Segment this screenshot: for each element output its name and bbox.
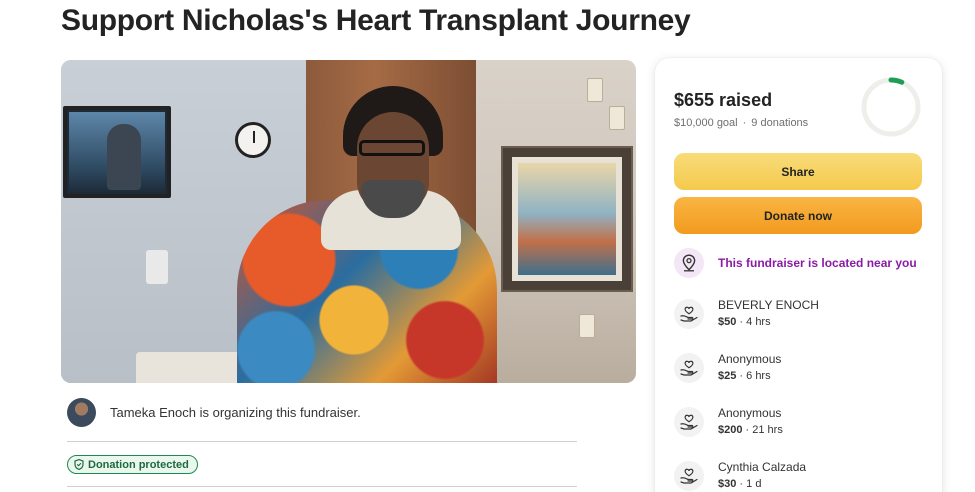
donation-card: $655 raised $10,000 goal · 9 donations Sha…	[655, 58, 942, 492]
donor-time: 1 d	[746, 478, 762, 490]
photo-tv	[63, 106, 171, 198]
donor-meta: $25 · 6 hrs	[718, 370, 771, 382]
donor-name: Anonymous	[718, 352, 782, 366]
donor-name: BEVERLY ENOCH	[718, 298, 819, 312]
donor-amount: $30	[718, 478, 737, 490]
donate-button[interactable]: Donate now	[674, 197, 922, 234]
organizer-text: Tameka Enoch is organizing this fundrais…	[110, 405, 361, 420]
donation-protected-badge[interactable]: Donation protected	[67, 455, 198, 474]
donor-item: Anonymous $25 · 6 hrs	[674, 352, 781, 383]
organizer-avatar[interactable]	[67, 398, 96, 427]
donor-item: BEVERLY ENOCH $50 · 4 hrs	[674, 298, 819, 329]
heart-hand-icon	[674, 461, 704, 491]
photo-outlet	[587, 78, 603, 102]
donor-amount: $50	[718, 316, 737, 328]
share-button[interactable]: Share	[674, 153, 922, 190]
donor-time: 21 hrs	[752, 424, 783, 436]
location-notice: This fundraiser is located near you	[674, 248, 917, 278]
location-pin-icon	[674, 248, 704, 278]
separator: ·	[742, 117, 747, 129]
divider	[67, 486, 577, 487]
page-title: Support Nicholas's Heart Transplant Jour…	[61, 4, 691, 37]
donor-meta: $30 · 1 d	[718, 478, 762, 490]
donor-item: Cynthia Calzada $30 · 1 d	[674, 460, 806, 491]
donor-meta: $200 · 21 hrs	[718, 424, 783, 436]
donor-name: Cynthia Calzada	[718, 460, 807, 474]
goal-line: $10,000 goal · 9 donations	[674, 117, 808, 129]
badge-label: Donation protected	[88, 458, 189, 471]
shield-icon	[74, 459, 84, 470]
donor-time: 4 hrs	[746, 316, 771, 328]
photo-outlet	[579, 314, 595, 338]
location-text: This fundraiser is located near you	[718, 256, 917, 270]
donor-amount: $25	[718, 370, 737, 382]
donor-time: 6 hrs	[746, 370, 771, 382]
photo-person-glasses	[359, 140, 425, 156]
photo-painting	[501, 146, 633, 292]
donor-name: Anonymous	[718, 406, 782, 420]
photo-clock	[235, 122, 271, 158]
goal-amount: $10,000 goal	[674, 117, 738, 129]
photo-outlet	[609, 106, 625, 130]
donation-count: 9 donations	[751, 117, 809, 129]
progress-ring	[861, 77, 921, 137]
donor-item: Anonymous $200 · 21 hrs	[674, 406, 783, 437]
amount-raised: $655 raised	[674, 90, 773, 110]
photo-dispenser	[146, 250, 168, 284]
heart-hand-icon	[674, 353, 704, 383]
donor-meta: $50 · 4 hrs	[718, 316, 771, 328]
campaign-photo[interactable]	[61, 60, 636, 383]
divider	[67, 441, 577, 442]
donor-amount: $200	[718, 424, 743, 436]
heart-hand-icon	[674, 299, 704, 329]
heart-hand-icon	[674, 407, 704, 437]
